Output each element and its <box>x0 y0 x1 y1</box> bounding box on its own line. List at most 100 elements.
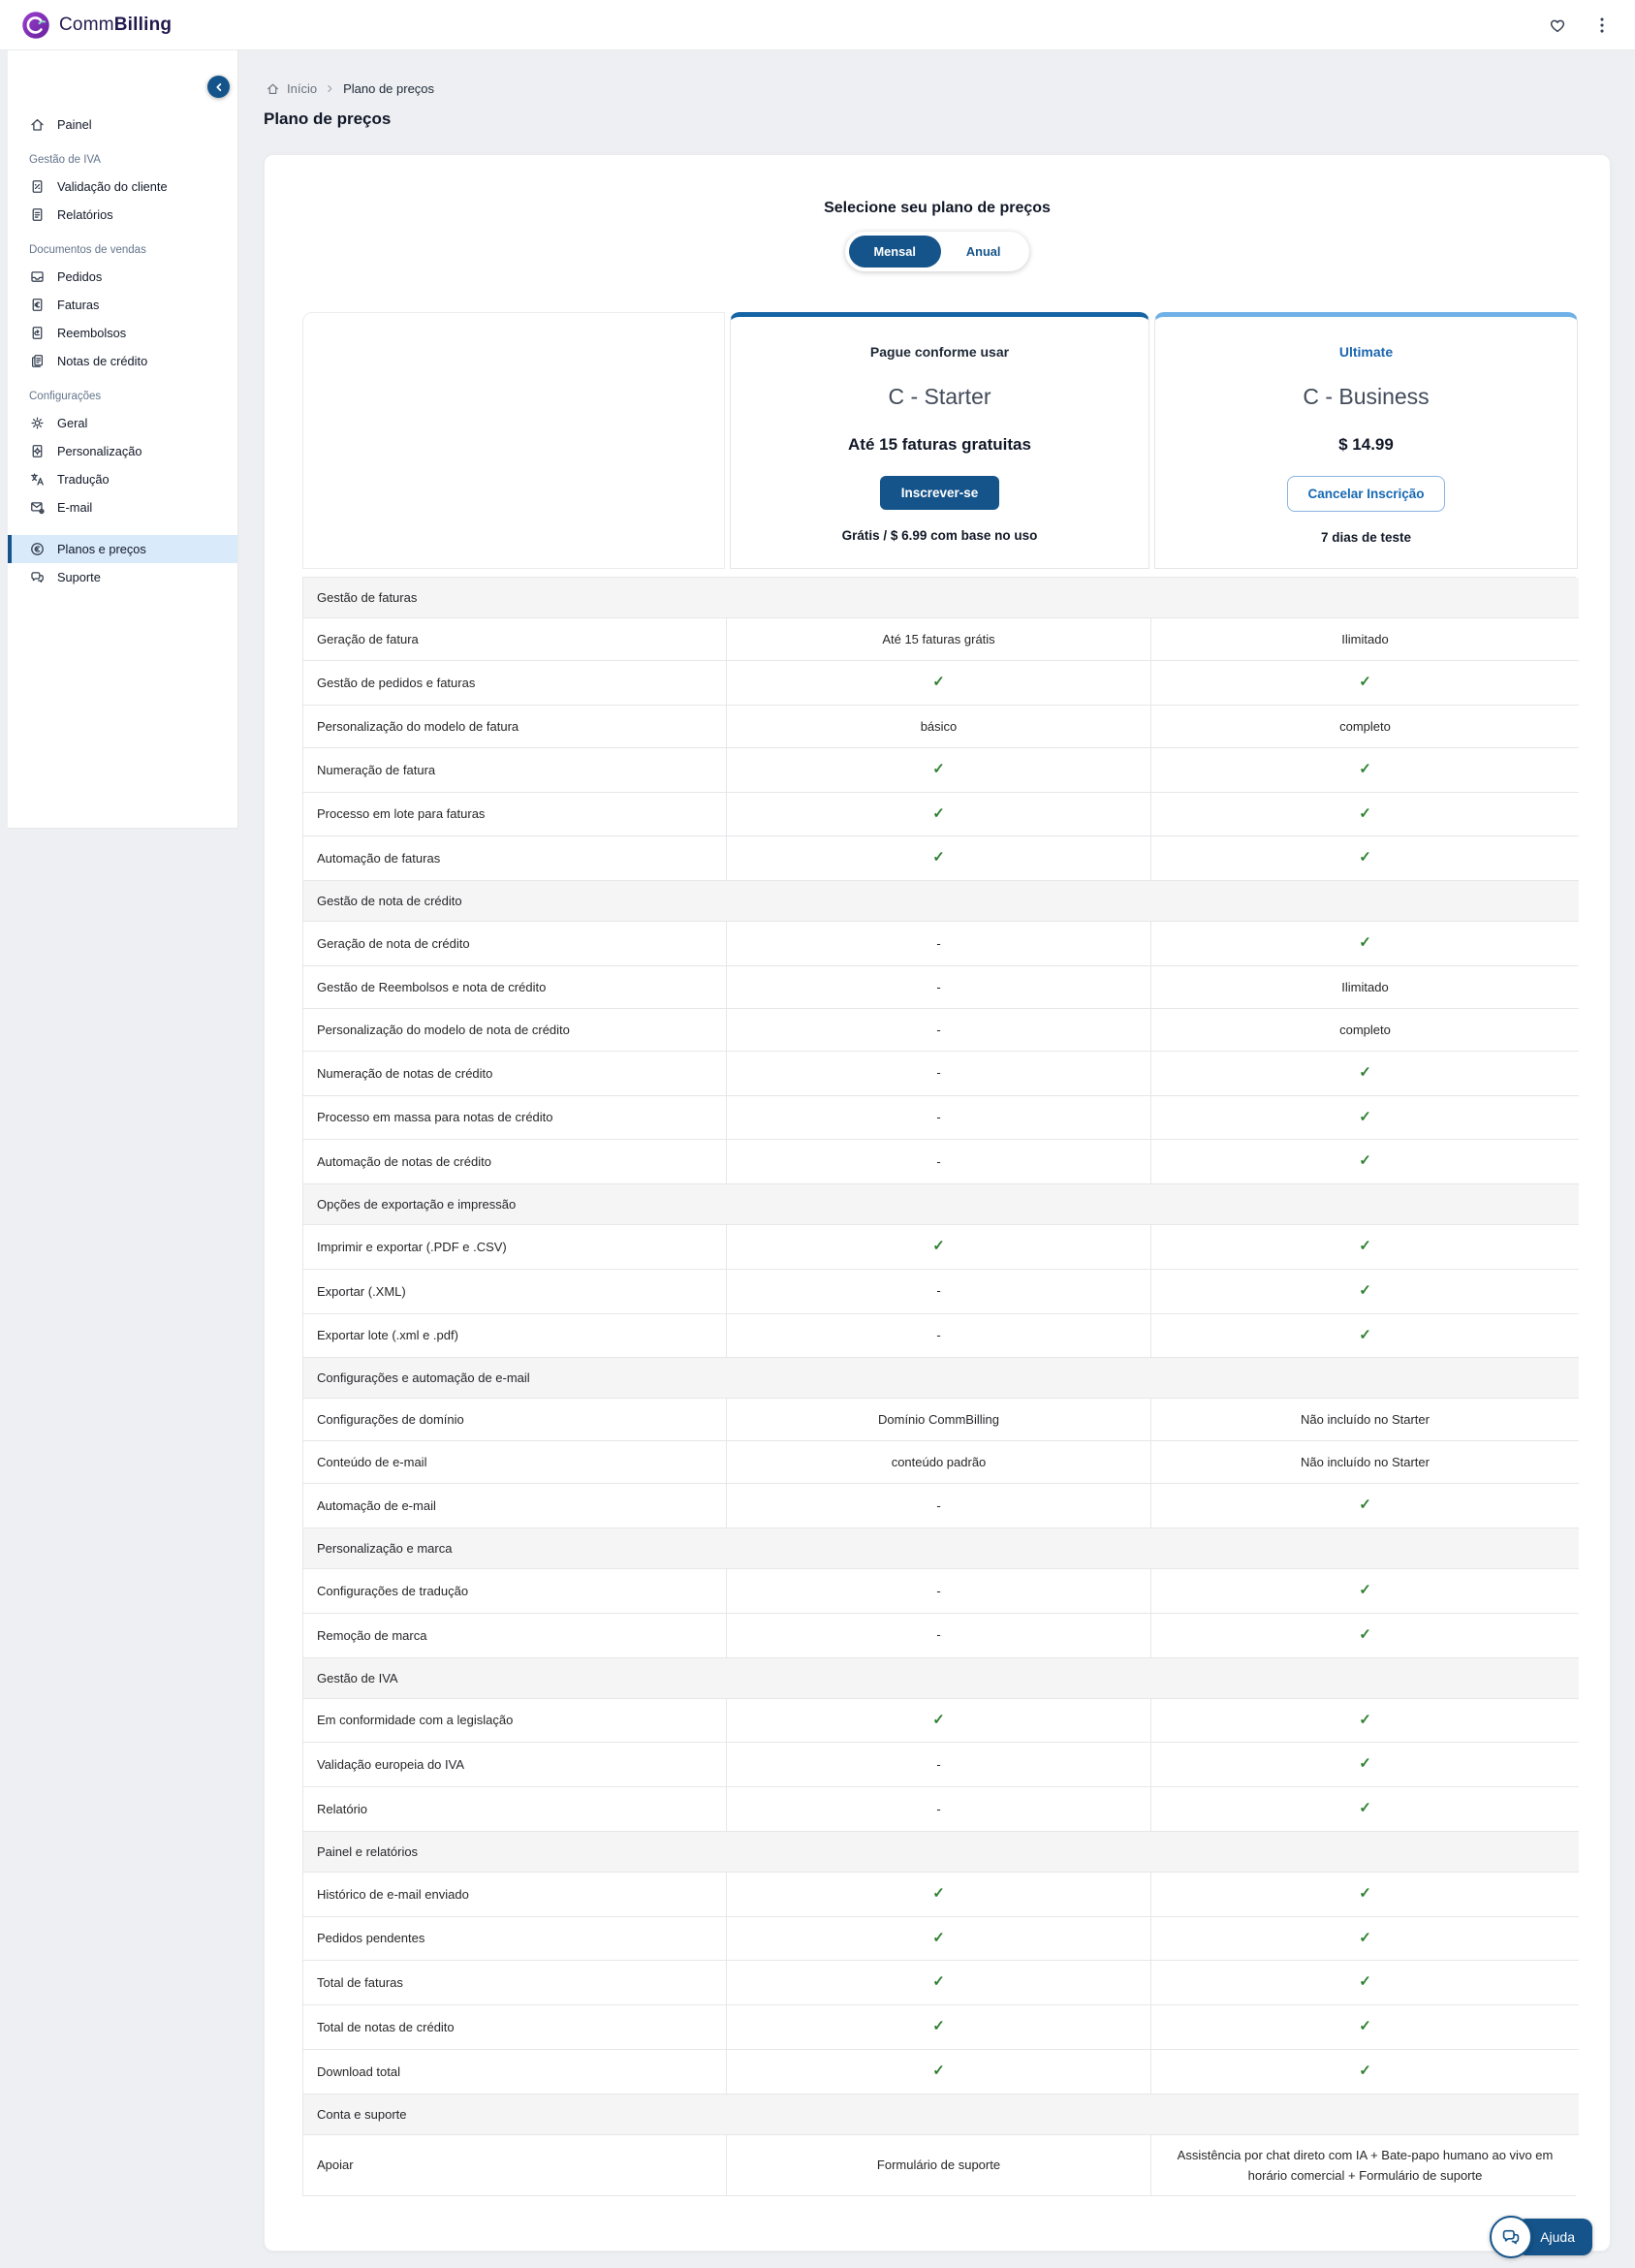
plan-card-ultimate: Ultimate C - Business $ 14.99 Cancelar I… <box>1154 312 1578 569</box>
feature-cell: Exportar lote (.xml e .pdf) <box>303 1313 726 1359</box>
billing-period-toggle: Mensal Anual <box>844 232 1030 271</box>
check-icon: ✓ <box>1359 1152 1371 1170</box>
value-cell-ultimate: ✓ <box>1150 1051 1579 1096</box>
check-icon: ✓ <box>1359 1711 1371 1728</box>
sidebar-item-pedidos[interactable]: Pedidos <box>8 263 237 291</box>
sidebar-item-suporte[interactable]: Suporte <box>8 563 237 591</box>
value-cell-ultimate: ✓ <box>1150 2049 1579 2095</box>
feature-cell: Em conformidade com a legislação <box>303 1698 726 1744</box>
section-row-gestao-de-iva: Gestão de IVA <box>303 1657 1579 1699</box>
check-icon: ✓ <box>1359 1281 1371 1299</box>
app-logo[interactable]: CommBilling <box>21 11 172 40</box>
sidebar-item-relatorios[interactable]: Relatórios <box>8 201 237 229</box>
feature-cell: Automação de notas de crédito <box>303 1140 726 1184</box>
plan-headers: Pague conforme usar C - Starter Até 15 f… <box>302 312 1578 569</box>
value-cell-ultimate: ✓ <box>1150 661 1579 706</box>
value-cell-starter: - <box>726 1095 1150 1141</box>
sidebar-item-reembolsos[interactable]: Reembolsos <box>8 319 237 347</box>
check-icon: ✓ <box>932 1973 945 1991</box>
value-cell-starter: ✓ <box>726 1872 1150 1917</box>
value-cell-ultimate: ✓ <box>1150 2005 1579 2050</box>
toggle-mensal[interactable]: Mensal <box>848 236 941 268</box>
value-cell-starter: - <box>726 922 1150 966</box>
sidebar-collapse-button[interactable] <box>207 76 230 98</box>
check-icon: ✓ <box>1359 1625 1371 1643</box>
section-row-configuracoes-e-automacao-de-e-mail: Configurações e automação de e-mail <box>303 1358 1579 1400</box>
sidebar-item-label: Geral <box>57 416 88 430</box>
pricing-card: Selecione seu plano de preços Mensal Anu… <box>264 154 1611 2252</box>
check-icon: ✓ <box>1359 1108 1371 1125</box>
sidebar: Painel Gestão de IVA Validação do cliente R… <box>8 50 238 829</box>
value-cell-starter: - <box>726 1743 1150 1787</box>
ultimate-plan-name: C - Business <box>1303 384 1430 409</box>
help-button[interactable]: Ajuda <box>1490 2216 1592 2258</box>
sidebar-group-label-gestao-de-iva: Gestão de IVA <box>29 154 101 166</box>
value-cell-starter: - <box>726 1008 1150 1052</box>
cancel-subscription-button[interactable]: Cancelar Inscrição <box>1287 476 1445 512</box>
sidebar-item-validacao-do-cliente[interactable]: Validação do cliente <box>8 173 237 201</box>
favorite-heart-icon[interactable] <box>1548 16 1567 35</box>
sidebar-group-label-configuracoes: Configurações <box>29 391 102 402</box>
check-icon: ✓ <box>1359 1884 1371 1902</box>
copy-doc-icon <box>29 353 46 369</box>
value-cell-starter: - <box>726 1051 1150 1096</box>
sidebar-item-notas-de-credito[interactable]: Notas de crédito <box>8 347 237 375</box>
feature-cell: Personalização do modelo de nota de créd… <box>303 1008 726 1052</box>
plan-card-starter: Pague conforme usar C - Starter Até 15 f… <box>730 312 1149 569</box>
value-cell-starter: ✓ <box>726 747 1150 793</box>
feature-cell: Histórico de e-mail enviado <box>303 1872 726 1917</box>
value-cell-ultimate: ✓ <box>1150 922 1579 966</box>
feature-cell: Download total <box>303 2049 726 2095</box>
value-cell-starter: Até 15 faturas grátis <box>726 618 1150 661</box>
feature-cell: Imprimir e exportar (.PDF e .CSV) <box>303 1225 726 1270</box>
breadcrumb-home-link[interactable]: Início <box>287 81 317 96</box>
value-cell-ultimate: ✓ <box>1150 1095 1579 1141</box>
starter-plan-name: C - Starter <box>888 384 991 409</box>
value-cell-starter: conteúdo padrão <box>726 1441 1150 1485</box>
check-icon: ✓ <box>1359 1582 1371 1598</box>
value-cell-starter: - <box>726 1269 1150 1314</box>
sidebar-item-personalizacao[interactable]: Personalização <box>8 437 237 465</box>
value-cell-ultimate: ✓ <box>1150 1613 1579 1658</box>
value-cell-starter: ✓ <box>726 1225 1150 1270</box>
toggle-anual[interactable]: Anual <box>941 236 1026 268</box>
starter-plan-subtitle: Até 15 faturas gratuitas <box>848 435 1031 454</box>
check-icon: ✓ <box>932 1238 945 1254</box>
value-cell-starter: - <box>726 1484 1150 1528</box>
starter-badge: Pague conforme usar <box>869 344 1010 360</box>
subscribe-button[interactable]: Inscrever-se <box>879 476 1000 510</box>
value-cell-starter: Domínio CommBilling <box>726 1399 1150 1442</box>
mail-gear-icon <box>29 499 46 516</box>
home-icon <box>266 81 280 96</box>
value-cell-ultimate: ✓ <box>1150 1140 1579 1184</box>
sidebar-item-painel[interactable]: Painel <box>8 110 237 139</box>
receipt-percent-icon <box>29 178 46 195</box>
kebab-menu-icon[interactable] <box>1592 16 1612 35</box>
pricing-table: Gestão de faturas Geração de fatura Até 15… <box>302 577 1579 2197</box>
check-icon: ✓ <box>1359 934 1371 951</box>
value-cell-starter: ✓ <box>726 2049 1150 2095</box>
feature-cell: Configurações de domínio <box>303 1399 726 1442</box>
check-icon: ✓ <box>932 849 945 866</box>
sidebar-item-geral[interactable]: Geral <box>8 409 237 437</box>
sidebar-item-label: Faturas <box>57 298 100 312</box>
value-cell-starter: - <box>726 1613 1150 1658</box>
receipt-euro-icon <box>29 297 46 313</box>
feature-cell: Automação de e-mail <box>303 1484 726 1528</box>
sidebar-item-e-mail[interactable]: E-mail <box>8 493 237 521</box>
check-icon: ✓ <box>932 674 945 690</box>
value-cell-ultimate: ✓ <box>1150 1269 1579 1314</box>
value-cell-ultimate: ✓ <box>1150 1872 1579 1917</box>
feature-cell: Personalização do modelo de fatura <box>303 705 726 748</box>
check-icon: ✓ <box>1359 1800 1371 1816</box>
check-icon: ✓ <box>932 804 945 822</box>
check-icon: ✓ <box>932 2018 945 2034</box>
check-icon: ✓ <box>1359 1929 1371 1946</box>
sidebar-item-faturas[interactable]: Faturas <box>8 291 237 319</box>
value-cell-ultimate: Não incluído no Starter <box>1150 1399 1579 1442</box>
sidebar-item-planos-e-precos[interactable]: Planos e preços <box>8 535 237 563</box>
check-icon: ✓ <box>1359 760 1371 777</box>
feature-cell: Exportar (.XML) <box>303 1269 726 1314</box>
value-cell-ultimate: ✓ <box>1150 792 1579 837</box>
sidebar-item-traducao[interactable]: Tradução <box>8 465 237 493</box>
